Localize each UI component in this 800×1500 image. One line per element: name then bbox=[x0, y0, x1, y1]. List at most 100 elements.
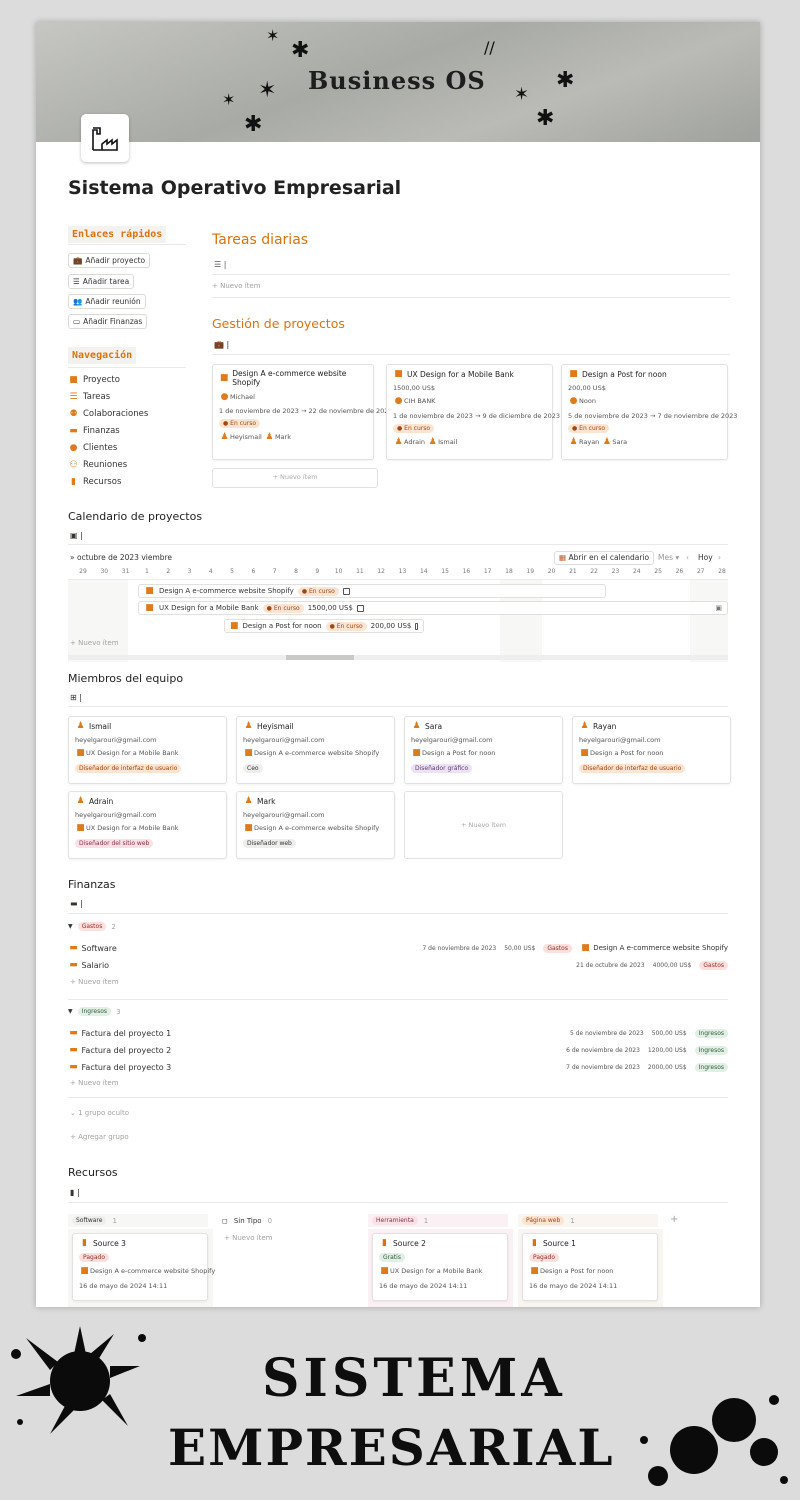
board-column-herramienta[interactable]: Herramienta 1 bbox=[368, 1214, 508, 1227]
resource-card[interactable]: ▮ Source 1 Pagado ■Design a Post for noon… bbox=[522, 1233, 658, 1301]
daily-tasks-new-item[interactable]: + Nuevo ítem bbox=[212, 282, 261, 290]
ink-splat-icon bbox=[11, 1326, 146, 1434]
project-card[interactable]: ■ Design A e-commerce website Shopify ● Mi… bbox=[212, 364, 393, 460]
member-card[interactable]: ♟ Adrain heyelgarouri@gmail.com ■UX Design … bbox=[68, 791, 227, 859]
calendar-day-number: 7 bbox=[272, 568, 277, 575]
resource-card[interactable]: ▮ Source 3 Pagado ■Design A e-commerce we… bbox=[72, 1233, 215, 1301]
gallery-view-icon[interactable]: 💼 | bbox=[214, 340, 229, 349]
calendar-event-bar[interactable]: ■ UX Design for a Mobile Bank ● En curso 15… bbox=[138, 601, 728, 615]
hidden-groups-toggle[interactable]: ⌄ 1 grupo oculto bbox=[70, 1109, 129, 1117]
view-mode-select[interactable]: Mes ▾ bbox=[658, 553, 679, 562]
nav-item-tareas[interactable]: ☰ Tareas bbox=[68, 392, 110, 402]
board-column-pagina-web[interactable]: Página web 1 bbox=[518, 1214, 658, 1227]
briefcase-icon: ■ bbox=[394, 369, 403, 379]
nav-item-colaboraciones[interactable]: ⚉ Colaboraciones bbox=[68, 409, 148, 419]
list-view-icon[interactable]: ☰ | bbox=[214, 260, 226, 269]
banner-line-2: EMPRESARIAL bbox=[168, 1418, 615, 1477]
project-card[interactable]: ■ UX Design for a Mobile Bank 1500,00 US$… bbox=[386, 364, 560, 460]
add-group-button[interactable]: + Agregar grupo bbox=[70, 1133, 129, 1141]
checkbox[interactable] bbox=[342, 587, 350, 595]
list-view-icon[interactable]: ▬ | bbox=[70, 899, 83, 908]
star-doodle: ✶ bbox=[258, 78, 277, 103]
team-new-item[interactable]: + Nuevo ítem bbox=[404, 791, 563, 859]
project-card[interactable]: ■ Design a Post for noon 200,00 US$ ● Noon… bbox=[561, 364, 737, 460]
calendar-day-number: 22 bbox=[590, 568, 598, 575]
add-finance-button[interactable]: ▭ Añadir Finanzas bbox=[68, 314, 148, 329]
member-card[interactable]: ♟ Ismail heyelgarouri@gmail.com ■UX Design … bbox=[68, 716, 227, 784]
list-item[interactable]: ▬ Software 7 de noviembre de 2023 50,00 US… bbox=[68, 943, 728, 953]
page-icon[interactable] bbox=[81, 114, 129, 162]
person-icon: ♟ bbox=[569, 436, 578, 447]
add-column-button[interactable]: + bbox=[670, 1214, 678, 1225]
list-item[interactable]: ▬ Salario 21 de octubre de 2023 4000,00 US… bbox=[68, 960, 728, 970]
card-icon: ▬ bbox=[69, 960, 78, 970]
person-icon: ♟ bbox=[602, 436, 611, 447]
prev-month-button[interactable]: ‹ bbox=[686, 553, 689, 562]
calendar-new-item[interactable]: + Nuevo ítem bbox=[70, 639, 119, 647]
ink-drops-icon bbox=[640, 1395, 788, 1486]
navigation-heading: Navegación bbox=[68, 347, 137, 364]
calendar-event-bar[interactable]: ■ Design A e-commerce website Shopify ● En… bbox=[138, 584, 606, 598]
calendar-event-bar[interactable]: ■ Design a Post for noon ● En curso 200,00 … bbox=[224, 619, 424, 633]
nav-item-proyecto[interactable]: ■ Proyecto bbox=[68, 375, 120, 385]
group-icon: ⚇ bbox=[69, 460, 78, 470]
add-meeting-button[interactable]: 👥 Añadir reunión bbox=[68, 294, 146, 309]
next-month-button[interactable]: › bbox=[718, 553, 721, 562]
nav-item-reuniones[interactable]: ⚇ Reuniones bbox=[68, 460, 127, 470]
card-icon: ▬ bbox=[69, 426, 78, 436]
horizontal-scrollbar[interactable] bbox=[68, 655, 728, 660]
list-item[interactable]: ▬ Factura del proyecto 15 de noviembre d… bbox=[68, 1028, 728, 1038]
checkbox[interactable] bbox=[415, 622, 418, 630]
nav-item-recursos[interactable]: ▮ Recursos bbox=[68, 477, 121, 487]
person-icon: ♟ bbox=[244, 796, 253, 806]
checkbox[interactable] bbox=[356, 604, 364, 612]
calendar-day-number: 3 bbox=[187, 568, 192, 575]
list-item[interactable]: ▬ Factura del proyecto 37 de noviembre d… bbox=[68, 1062, 728, 1072]
briefcase-icon: 💼 bbox=[73, 256, 83, 265]
group-header-ingresos[interactable]: ▼ Ingresos 3 bbox=[68, 1007, 728, 1016]
board-column-sin-tipo[interactable]: ◻ Sin Tipo 0 bbox=[218, 1214, 358, 1227]
calendar-day-number: 31 bbox=[121, 568, 130, 575]
calendar-day-number: 24 bbox=[632, 568, 641, 575]
user-circle-icon: ● bbox=[394, 396, 403, 407]
card-icon: ▭ bbox=[73, 317, 81, 326]
add-project-button[interactable]: 💼 Añadir proyecto bbox=[68, 253, 151, 268]
calendar-view-icon[interactable]: ▣ | bbox=[70, 531, 83, 540]
open-calendar-button[interactable]: ▦ Abrir en el calendario bbox=[554, 551, 655, 565]
person-icon: ♟ bbox=[580, 721, 589, 731]
board-column-software[interactable]: Software 1 bbox=[68, 1214, 208, 1227]
nav-item-clientes[interactable]: ● Clientes bbox=[68, 443, 118, 453]
gallery-view-icon[interactable]: ⊞ | bbox=[70, 693, 82, 702]
list-item[interactable]: ▬ Factura del proyecto 26 de noviembre d… bbox=[68, 1045, 728, 1055]
group-header-gastos[interactable]: ▼ Gastos 2 bbox=[68, 922, 728, 931]
member-card[interactable]: ♟ Heyismail heyelgarouri@gmail.com ■Design … bbox=[236, 716, 395, 784]
calendar-title: Calendario de proyectos bbox=[68, 510, 203, 523]
calendar-day-number: 2 bbox=[166, 568, 171, 575]
star-doodle: ✶ bbox=[514, 84, 530, 105]
briefcase-icon: ■ bbox=[412, 748, 421, 759]
calendar-day-number: 8 bbox=[294, 568, 298, 575]
expand-icon[interactable]: ▣ bbox=[715, 604, 722, 612]
calendar-day-number: 17 bbox=[483, 568, 492, 575]
board-new-item[interactable]: + Nuevo ítem bbox=[224, 1234, 273, 1242]
today-button[interactable]: Hoy bbox=[698, 553, 713, 562]
briefcase-icon: ■ bbox=[581, 943, 590, 953]
resource-card[interactable]: ▮ Source 2 Gratis ■UX Design for a Mobile… bbox=[372, 1233, 508, 1301]
card-icon: ▬ bbox=[69, 1062, 78, 1072]
tag-icon: ◻ bbox=[222, 1216, 228, 1225]
member-card[interactable]: ♟ Sara heyelgarouri@gmail.com ■Design a Pos… bbox=[404, 716, 563, 784]
board-view-icon[interactable]: ▮ | bbox=[70, 1188, 80, 1197]
quick-links-heading: Enlaces rápidos bbox=[68, 226, 167, 243]
person-icon: ♟ bbox=[265, 432, 274, 443]
bookmark-icon: ▮ bbox=[532, 1238, 537, 1248]
member-card[interactable]: ♟ Rayan heyelgarouri@gmail.com ■Design a Po… bbox=[572, 716, 731, 784]
status-badge: ● En curso bbox=[393, 423, 435, 433]
finance-new-item[interactable]: + Nuevo ítem bbox=[70, 978, 119, 986]
person-icon: ♟ bbox=[412, 721, 421, 731]
finance-new-item[interactable]: + Nuevo ítem bbox=[70, 1079, 119, 1087]
projects-new-item[interactable]: + Nuevo ítem bbox=[212, 468, 378, 488]
nav-item-finanzas[interactable]: ▬ Finanzas bbox=[68, 426, 119, 436]
calendar-day-number: 18 bbox=[505, 568, 513, 575]
add-task-button[interactable]: ☰ Añadir tarea bbox=[68, 274, 135, 289]
member-card[interactable]: ♟ Mark heyelgarouri@gmail.com ■Design A e-c… bbox=[236, 791, 395, 859]
